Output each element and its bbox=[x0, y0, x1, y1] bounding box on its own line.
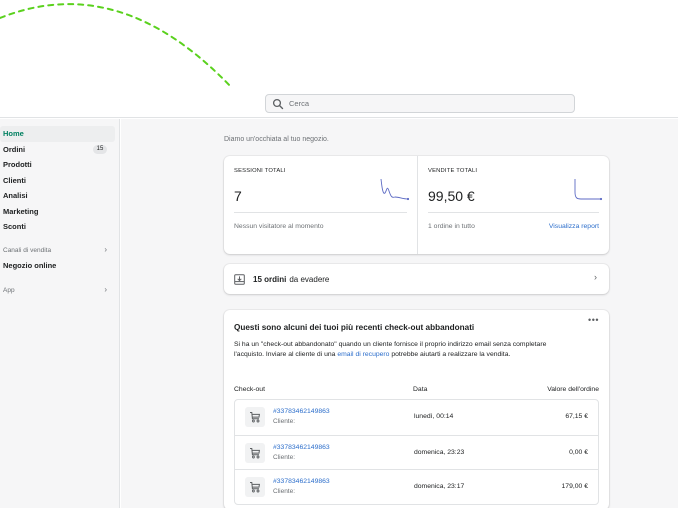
orders-count-badge: 15 bbox=[93, 144, 107, 154]
apps-section[interactable]: App › bbox=[0, 283, 119, 298]
chevron-right-icon: › bbox=[104, 285, 107, 294]
column-header-date: Data bbox=[413, 386, 428, 393]
cart-thumbnail bbox=[245, 442, 265, 463]
view-report-link[interactable]: Visualizza report bbox=[549, 223, 599, 230]
sidebar-item-analytics[interactable]: Analisi bbox=[0, 188, 115, 204]
card-description: Si ha un "check-out abbandonato" quando … bbox=[234, 340, 574, 361]
download-tray-icon bbox=[234, 273, 245, 285]
orders-to-fulfill-card[interactable]: 15 ordini da evadere › bbox=[224, 264, 609, 294]
orders-count-text: 15 ordini bbox=[253, 274, 287, 284]
sidebar-item-label: Clienti bbox=[3, 175, 26, 185]
table-row[interactable]: #33783462149863 Cliente: domenica, 23:23… bbox=[235, 434, 598, 470]
table-row[interactable]: #33783462149863 Cliente: lunedì, 00:14 6… bbox=[235, 400, 598, 435]
table-row[interactable]: #33783462149863 Cliente: domenica, 23:17… bbox=[235, 469, 598, 504]
stats-card: SESSIONI TOTALI 7 Nessun visitatore al m… bbox=[224, 156, 609, 254]
decorative-dashed-arc bbox=[0, 3, 233, 89]
sessions-sparkline bbox=[380, 178, 410, 201]
column-header-checkout: Check-out bbox=[234, 386, 265, 393]
stat-value: 7 bbox=[234, 188, 242, 204]
app-window: Home Ordini 15 Prodotti Clienti Analisi … bbox=[0, 0, 678, 508]
search-box[interactable] bbox=[265, 94, 575, 113]
stat-footer: Nessun visitatore al momento bbox=[234, 223, 324, 230]
total-sales-stat: VENDITE TOTALI 99,50 € 1 ordine in tutto… bbox=[417, 156, 609, 254]
checkout-date: domenica, 23:17 bbox=[414, 483, 465, 490]
sales-sparkline bbox=[574, 179, 603, 201]
more-actions-icon[interactable]: ••• bbox=[588, 315, 599, 325]
orders-to-fulfill-text: da evadere bbox=[289, 274, 330, 284]
checkout-id-link[interactable]: #33783462149863 bbox=[273, 408, 330, 415]
checkout-id-link[interactable]: #33783462149863 bbox=[273, 478, 330, 485]
sidebar: Home Ordini 15 Prodotti Clienti Analisi … bbox=[0, 119, 120, 508]
sidebar-item-label: Analisi bbox=[3, 191, 28, 201]
cart-thumbnail bbox=[245, 477, 265, 497]
column-header-order-value: Valore dell'ordine bbox=[547, 386, 599, 393]
main-content: Diamo un'occhiata al tuo negozio. SESSIO… bbox=[121, 119, 678, 508]
cart-thumbnail bbox=[245, 407, 265, 427]
sidebar-item-label: Home bbox=[3, 129, 24, 139]
sidebar-item-customers[interactable]: Clienti bbox=[0, 173, 115, 189]
abandoned-checkouts-card: Questi sono alcuni dei tuoi più recenti … bbox=[224, 310, 609, 508]
checkout-id-link[interactable]: #33783462149863 bbox=[273, 444, 330, 451]
sidebar-item-online-store[interactable]: Negozio online bbox=[0, 258, 115, 274]
abandoned-checkouts-list: #33783462149863 Cliente: lunedì, 00:14 6… bbox=[234, 399, 599, 505]
order-value: 179,00 € bbox=[561, 483, 588, 490]
total-sessions-stat: SESSIONI TOTALI 7 Nessun visitatore al m… bbox=[224, 156, 417, 254]
recovery-email-link[interactable]: email di recupero bbox=[337, 351, 389, 358]
cart-icon bbox=[250, 412, 260, 423]
order-value: 67,15 € bbox=[565, 413, 588, 420]
search-icon bbox=[272, 98, 284, 109]
description-text: potrebbe aiutarti a realizzare la vendit… bbox=[389, 351, 511, 359]
search-input[interactable] bbox=[289, 99, 529, 108]
stat-value: 99,50 € bbox=[428, 188, 475, 204]
divider bbox=[428, 212, 599, 213]
sidebar-item-products[interactable]: Prodotti bbox=[0, 157, 115, 173]
checkout-date: lunedì, 00:14 bbox=[414, 413, 454, 420]
stat-label: SESSIONI TOTALI bbox=[234, 168, 286, 174]
sidebar-item-label: Ordini bbox=[3, 144, 26, 154]
sidebar-item-label: Negozio online bbox=[3, 260, 57, 270]
apps-label: App bbox=[3, 287, 15, 294]
customer-label: Cliente: bbox=[273, 453, 296, 461]
checkout-date: domenica, 23:23 bbox=[414, 448, 465, 456]
stat-footer: 1 ordine in tutto bbox=[428, 223, 475, 230]
stat-label: VENDITE TOTALI bbox=[428, 168, 478, 174]
chevron-right-icon: › bbox=[594, 272, 597, 282]
chevron-right-icon: › bbox=[104, 244, 107, 254]
card-title: Questi sono alcuni dei tuoi più recenti … bbox=[234, 323, 475, 332]
sidebar-item-label: Marketing bbox=[3, 206, 39, 216]
customer-label: Cliente: bbox=[273, 488, 296, 495]
sidebar-item-home[interactable]: Home bbox=[0, 126, 115, 142]
sidebar-item-marketing[interactable]: Marketing bbox=[0, 204, 115, 220]
sidebar-item-orders[interactable]: Ordini 15 bbox=[0, 142, 115, 158]
divider bbox=[234, 212, 407, 213]
sidebar-item-discounts[interactable]: Sconti bbox=[0, 219, 115, 235]
sidebar-item-label: Prodotti bbox=[3, 160, 32, 170]
customer-label: Cliente: bbox=[273, 418, 296, 425]
sales-channels-section[interactable]: Canali di vendita › bbox=[0, 243, 119, 258]
cart-icon bbox=[250, 482, 260, 493]
greeting-text: Diamo un'occhiata al tuo negozio. bbox=[224, 136, 329, 143]
sidebar-item-label: Sconti bbox=[3, 222, 26, 232]
top-bar bbox=[0, 88, 678, 118]
cart-icon bbox=[250, 447, 260, 458]
order-value: 0,00 € bbox=[569, 448, 588, 456]
sales-channels-label: Canali di vendita bbox=[3, 246, 52, 254]
